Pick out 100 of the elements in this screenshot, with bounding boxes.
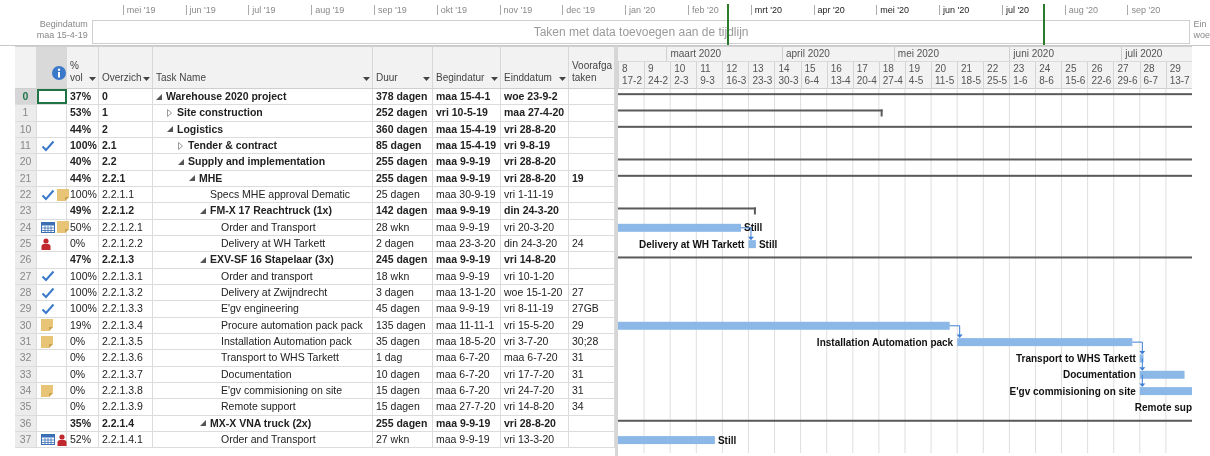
table-cell-text: 28 wkn xyxy=(375,219,411,235)
week-number: 22 xyxy=(987,63,1000,75)
column-header[interactable]: Task Name xyxy=(153,47,373,88)
table-cell-text: 19 xyxy=(571,170,585,186)
table-cell-text: 37% xyxy=(69,89,92,105)
expand-arrow-icon[interactable] xyxy=(178,141,183,150)
month-label: mei '20 xyxy=(876,5,940,15)
week-date: 1-6 xyxy=(1013,75,1029,87)
row-number[interactable]: 20 xyxy=(15,154,37,170)
summary-bar[interactable] xyxy=(618,419,1192,422)
column-header[interactable]: Einddatum xyxy=(501,47,569,88)
task-name: Transport to WHS Tarkett xyxy=(221,350,339,366)
summary-bar[interactable] xyxy=(618,109,883,117)
task-bar[interactable] xyxy=(1139,354,1144,363)
row-number[interactable]: 35 xyxy=(15,399,37,415)
week-date: 13-7 xyxy=(1169,75,1191,87)
calendar-icon xyxy=(41,221,55,233)
table-cell-text: 31 xyxy=(571,383,585,399)
row-number[interactable]: 23 xyxy=(15,203,37,219)
column-header[interactable]: Overzich xyxy=(99,47,153,88)
table-cell-text: 255 dagen xyxy=(375,154,429,170)
bar-label: Still xyxy=(744,222,763,234)
note-icon xyxy=(41,319,53,332)
collapse-arrow-icon[interactable] xyxy=(200,256,206,263)
table-cell-text: 50% xyxy=(69,219,92,235)
table-cell-text: vri 20-3-20 xyxy=(503,219,556,235)
summary-bar[interactable] xyxy=(618,207,756,215)
week-date: 18-5 xyxy=(961,75,983,87)
week-date: 30-3 xyxy=(778,75,800,87)
table-cell-text: vri 13-3-20 xyxy=(503,432,556,448)
start-date: maa 15-4-19 xyxy=(36,30,88,41)
summary-bar[interactable] xyxy=(618,174,1192,177)
week-date: 15-6 xyxy=(1065,75,1087,87)
collapse-arrow-icon[interactable] xyxy=(156,93,162,100)
row-number[interactable]: 29 xyxy=(15,301,37,317)
week-date: 9-3 xyxy=(700,75,716,87)
summary-bar[interactable] xyxy=(618,158,1192,161)
row-number[interactable]: 32 xyxy=(15,350,37,366)
table-cell-text: 45 dagen xyxy=(375,301,421,317)
table-cell-text: 35 dagen xyxy=(375,334,421,350)
row-number[interactable]: 1 xyxy=(15,105,37,121)
active-cell[interactable] xyxy=(37,89,67,105)
task-name: Order and transport xyxy=(221,268,313,284)
table-cell-text: maa 30-9-19 xyxy=(435,187,497,203)
week-number: 16 xyxy=(830,63,843,75)
expand-arrow-icon[interactable] xyxy=(167,109,172,117)
task-name: E'gv engineering xyxy=(221,301,299,317)
column-header[interactable]: Duur xyxy=(373,47,433,88)
week-number: 14 xyxy=(778,63,791,75)
row-number[interactable]: 0 xyxy=(15,89,37,105)
collapse-arrow-icon[interactable] xyxy=(200,420,206,427)
table-cell-text: vri 10-5-19 xyxy=(435,105,489,121)
month-label: jul '20 xyxy=(1001,5,1065,15)
table-cell-text: 34 xyxy=(571,399,585,415)
table-cell-text: maa 6-7-20 xyxy=(435,366,491,382)
month-label: dec '19 xyxy=(562,5,626,15)
summary-bar[interactable] xyxy=(618,93,1192,96)
week-date: 22-6 xyxy=(1091,75,1113,87)
task-name: E'gv commisioning on site xyxy=(221,383,343,399)
table-cell-text: vri 14-8-20 xyxy=(503,252,557,268)
note-icon xyxy=(41,335,53,348)
table-cell-text: din 24-3-20 xyxy=(503,203,560,219)
task-name: Order and Transport xyxy=(221,432,316,448)
table-cell-text: maa 9-9-19 xyxy=(435,219,491,235)
table-cell-text: 31 xyxy=(571,350,585,366)
table-cell-text: 2.2.1.3 xyxy=(101,252,136,268)
summary-bar[interactable] xyxy=(618,125,1192,128)
timescale-label: juni 2020 xyxy=(1009,47,1054,61)
week-number: 13 xyxy=(752,63,765,75)
table-cell-text: 30;28 xyxy=(571,334,600,350)
table-cell-text: maa 27-4-20 xyxy=(503,105,566,121)
column-header[interactable]: Begindatur xyxy=(433,47,501,88)
timescale-label: mei 2020 xyxy=(893,47,939,61)
week-number: 11 xyxy=(700,63,712,75)
month-label: mrt '20 xyxy=(750,5,814,15)
task-name: Warehouse 2020 project xyxy=(166,89,287,105)
week-date: 20-4 xyxy=(856,75,878,87)
column-header[interactable]: % vol xyxy=(67,47,99,88)
collapse-arrow-icon[interactable] xyxy=(178,158,184,165)
column-header[interactable] xyxy=(37,47,67,88)
collapse-arrow-icon[interactable] xyxy=(200,207,206,214)
week-number: 17 xyxy=(856,63,869,75)
person-icon xyxy=(57,433,67,446)
table-cell-text: 0% xyxy=(69,399,87,415)
week-date: 11-5 xyxy=(934,75,956,87)
row-number[interactable]: 26 xyxy=(15,252,37,268)
table-cell-text: 2.2.1 xyxy=(101,170,127,186)
week-date: 23-3 xyxy=(752,75,774,87)
week-date: 6-4 xyxy=(804,75,820,87)
table-cell-text: woe 15-1-20 xyxy=(503,285,564,301)
table-cell-text: 47% xyxy=(69,252,92,268)
table-cell-text: 27GB xyxy=(571,301,600,317)
collapse-arrow-icon[interactable] xyxy=(167,126,173,133)
month-label: apr '20 xyxy=(813,5,877,15)
table-cell-text: 2.2.1.4 xyxy=(101,415,136,431)
table-cell-text: din 24-3-20 xyxy=(503,236,559,252)
summary-bar[interactable] xyxy=(618,256,1192,259)
collapse-arrow-icon[interactable] xyxy=(189,175,195,182)
task-name: Site construction xyxy=(177,105,263,121)
task-name: Procure automation pack pack xyxy=(221,317,363,333)
